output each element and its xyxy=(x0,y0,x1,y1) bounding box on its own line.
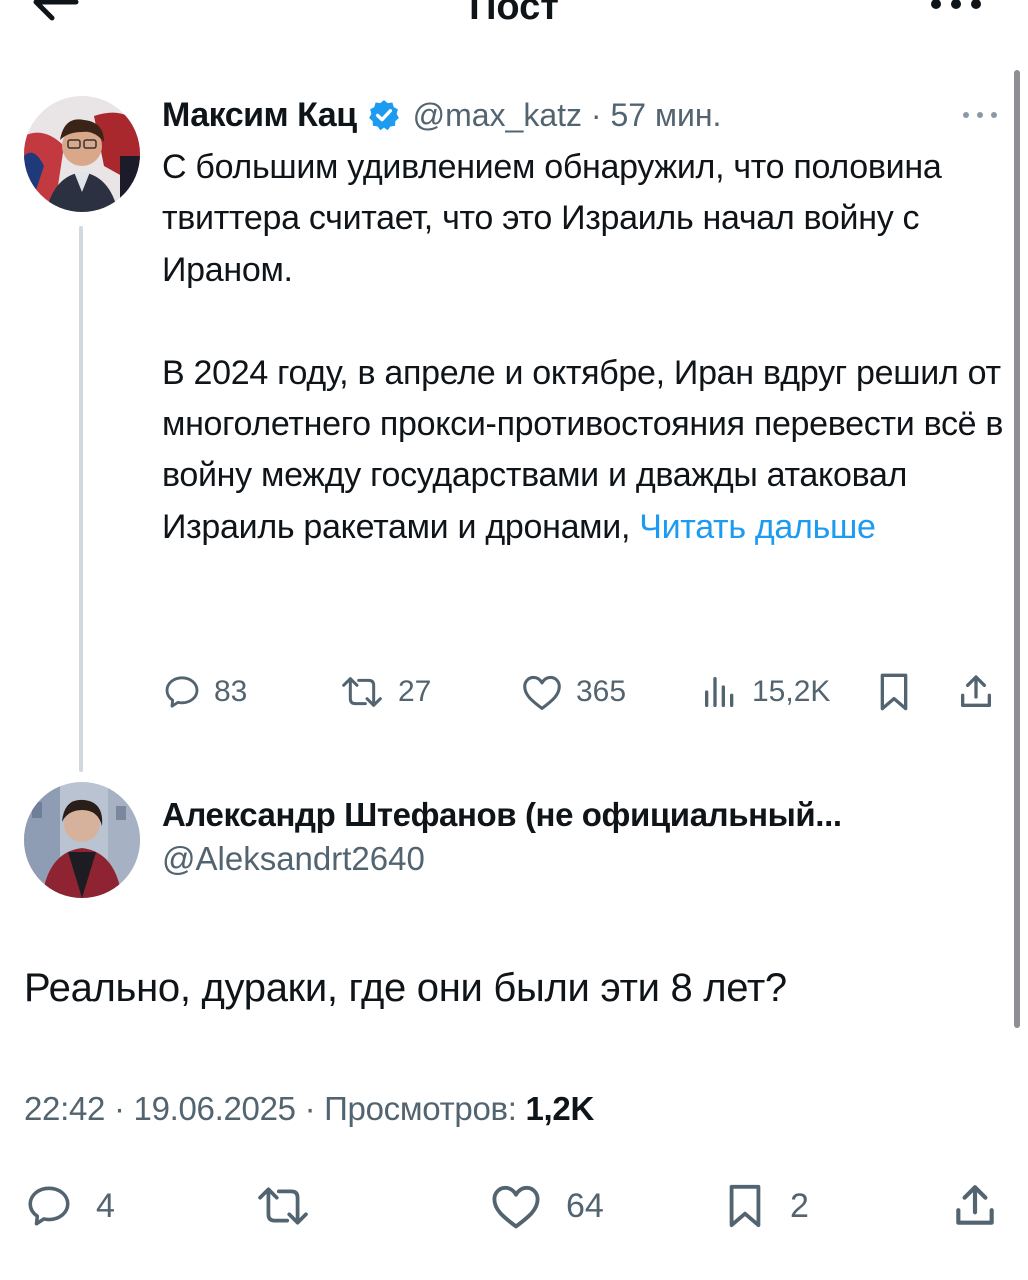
tweet-time[interactable]: 57 мин. xyxy=(610,97,721,134)
retweet-button[interactable]: 27 xyxy=(338,666,431,718)
avatar-max-katz[interactable] xyxy=(24,96,140,212)
bookmark-count: 2 xyxy=(790,1186,809,1225)
thread-connector-line xyxy=(79,226,83,772)
tweet-header: Максим Кац @max_katz · 57 мин. xyxy=(162,92,721,138)
views-button[interactable]: 15,2K xyxy=(700,666,830,718)
reply-icon xyxy=(165,676,199,708)
reply-button[interactable]: 83 xyxy=(162,666,247,718)
bookmark-icon xyxy=(729,1184,761,1228)
tweet-actions: 83 27 365 15,2K xyxy=(162,666,1012,718)
reply-actions: 4 64 2 xyxy=(24,1176,1014,1236)
share-button[interactable] xyxy=(956,666,1008,718)
page-title: Пост xyxy=(469,0,559,28)
like-button[interactable]: 64 xyxy=(488,1176,604,1236)
heart-icon xyxy=(492,1185,540,1229)
separator: · xyxy=(105,1090,134,1127)
like-count: 365 xyxy=(576,675,627,708)
heart-icon xyxy=(523,675,561,710)
bar-chart-icon xyxy=(705,677,734,707)
retweet-button[interactable] xyxy=(252,1176,336,1236)
more-options-button[interactable] xyxy=(928,0,984,16)
like-count: 64 xyxy=(566,1186,604,1225)
reply-meta: 22:42 · 19.06.2025 · Просмотров: 1,2K xyxy=(24,1090,594,1128)
reply-author-handle[interactable]: @Aleksandrt2640 xyxy=(162,840,425,878)
reply-count: 83 xyxy=(214,675,248,708)
reply-time[interactable]: 22:42 xyxy=(24,1090,105,1127)
verified-badge-icon xyxy=(368,100,399,131)
meta-separator: · xyxy=(582,96,611,133)
avatar-aleksandr[interactable] xyxy=(24,782,140,898)
reply-date[interactable]: 19.06.2025 xyxy=(134,1090,296,1127)
retweet-icon xyxy=(258,1187,308,1225)
tweet-more-button[interactable] xyxy=(960,108,1000,122)
views-label: Просмотров: xyxy=(324,1090,517,1127)
reply-icon xyxy=(28,1186,70,1226)
tweet-body: С большим удивлением обнаружил, что поло… xyxy=(162,148,1004,546)
more-horizontal-icon xyxy=(931,0,981,9)
like-button[interactable]: 365 xyxy=(520,666,626,718)
reply-author-name[interactable]: Александр Штефанов (не официальный... xyxy=(162,796,842,834)
bookmark-button[interactable]: 2 xyxy=(722,1176,809,1236)
author-name[interactable]: Максим Кац xyxy=(162,96,357,135)
bookmark-button[interactable] xyxy=(874,666,926,718)
views-count[interactable]: 1,2K xyxy=(525,1090,594,1127)
share-icon xyxy=(956,1185,994,1225)
bookmark-icon xyxy=(880,673,908,711)
retweet-count: 27 xyxy=(398,675,432,708)
author-handle[interactable]: @max_katz xyxy=(413,97,582,134)
views-count: 15,2K xyxy=(752,675,831,708)
share-icon xyxy=(961,675,991,707)
reply-count: 4 xyxy=(96,1186,115,1225)
separator: · xyxy=(295,1090,325,1127)
reply-button[interactable]: 4 xyxy=(24,1176,115,1236)
read-more-link[interactable]: Читать дальше xyxy=(639,508,876,546)
share-button[interactable] xyxy=(950,1176,1022,1236)
reply-text: Реально, дураки, где они были эти 8 лет? xyxy=(24,966,787,1010)
more-horizontal-icon xyxy=(963,112,997,118)
scrollbar[interactable] xyxy=(1014,70,1020,1028)
tweet-text: С большим удивлением обнаружил, что поло… xyxy=(162,142,1012,553)
retweet-icon xyxy=(342,677,382,707)
